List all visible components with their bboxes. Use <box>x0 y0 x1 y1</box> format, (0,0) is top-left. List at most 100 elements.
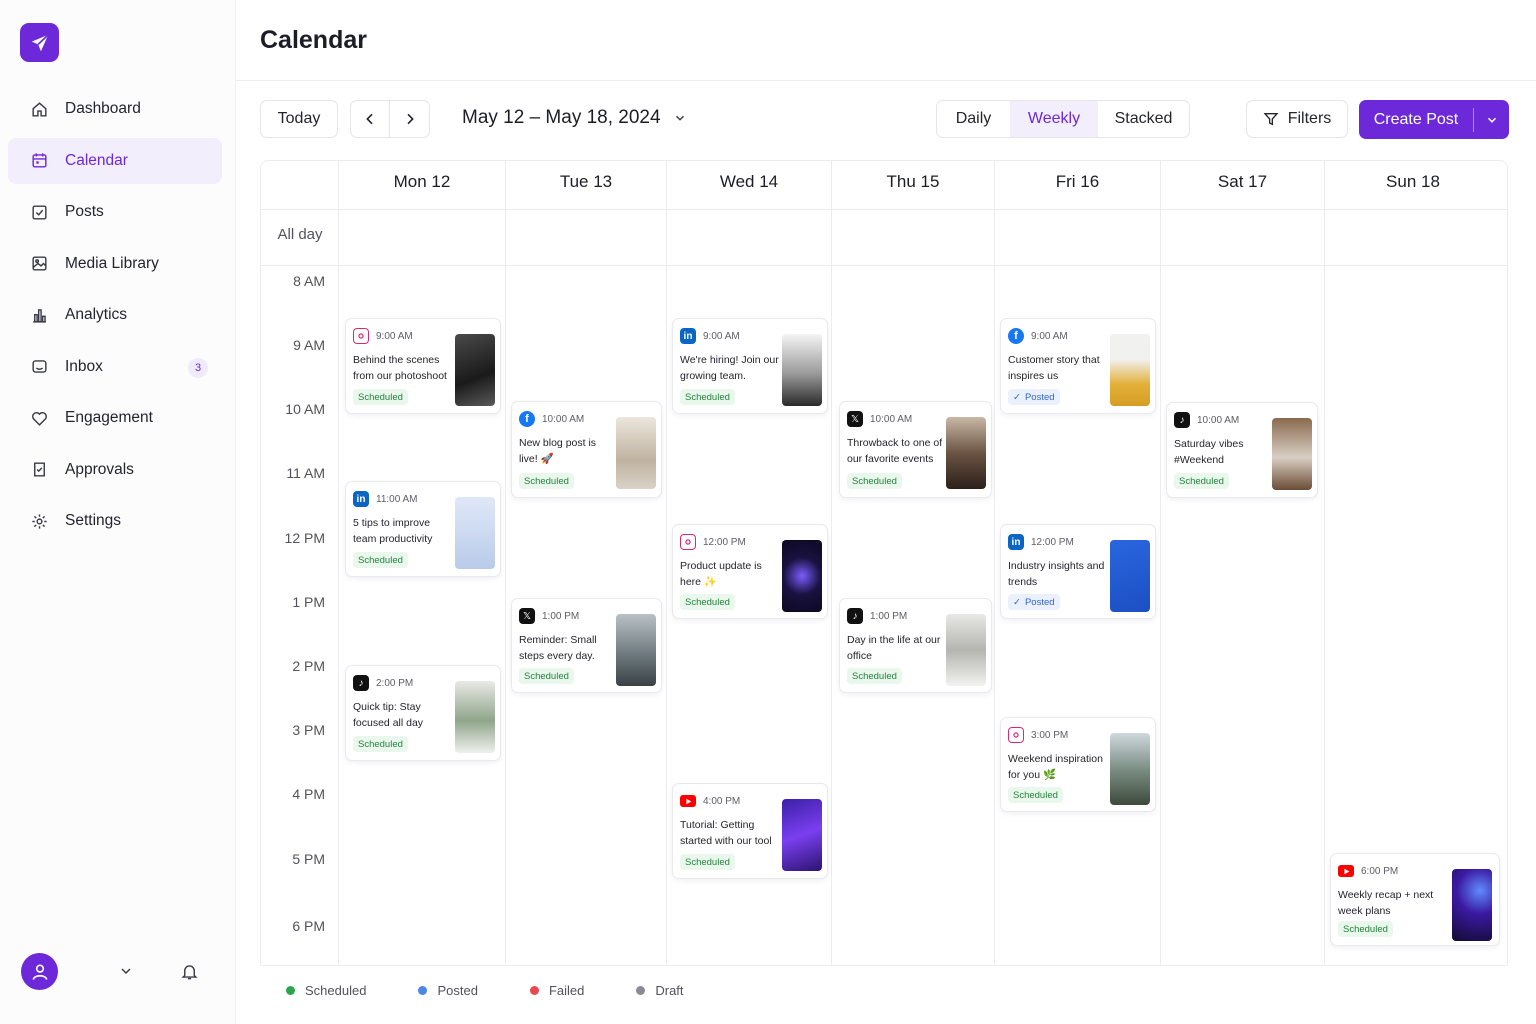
previous-week-button[interactable] <box>351 101 391 137</box>
filters-label: Filters <box>1287 110 1332 127</box>
tab-daily[interactable]: Daily <box>937 101 1010 137</box>
grid-line <box>261 265 1507 266</box>
status-label: Posted <box>1024 391 1055 403</box>
event-text: 5 tips to improve team productivity <box>353 517 433 545</box>
approval-icon <box>29 460 49 480</box>
event-card[interactable]: ♪ 10:00 AM Saturday vibes #Weekend Schedu… <box>1166 402 1318 498</box>
week-navigation <box>350 100 430 138</box>
post-thumbnail <box>455 681 495 753</box>
filters-button[interactable]: Filters <box>1246 100 1348 138</box>
event-card[interactable]: in 9:00 AM We're hiring! Join our growing… <box>672 318 828 414</box>
event-text: Weekend inspiration for you 🌿 <box>1008 753 1103 781</box>
instagram-icon <box>1008 727 1024 743</box>
bell-icon[interactable] <box>180 962 199 981</box>
event-card[interactable]: f 9:00 AM Customer story that inspires us… <box>1000 318 1156 414</box>
post-thumbnail <box>1110 540 1150 612</box>
time-label: 1 PM <box>292 594 325 610</box>
view-switcher: Daily Weekly Stacked <box>936 100 1190 138</box>
check-icon: ✓ <box>1013 596 1021 608</box>
sidebar-item-dashboard[interactable]: Dashboard <box>8 86 222 132</box>
post-thumbnail <box>1110 733 1150 805</box>
chevron-right-icon <box>406 113 414 125</box>
tab-stacked[interactable]: Stacked <box>1098 101 1189 137</box>
status-badge: ✓ Posted <box>1008 389 1060 405</box>
event-text: Quick tip: Stay focused all day <box>353 701 424 729</box>
all-day-label: All day <box>277 226 323 243</box>
event-time: 3:00 PM <box>1031 729 1069 741</box>
home-icon <box>29 99 49 119</box>
facebook-icon: f <box>1008 328 1024 344</box>
sidebar-item-label: Settings <box>65 512 122 529</box>
sidebar-item-analytics[interactable]: Analytics <box>8 292 222 338</box>
day-header: Wed 14 <box>719 172 779 191</box>
grid-line <box>1160 160 1161 966</box>
event-card[interactable]: ♪ 1:00 PM Day in the life at our office S… <box>839 598 992 693</box>
status-badge: Scheduled <box>353 389 408 405</box>
grid-line <box>666 160 667 966</box>
sidebar-item-calendar[interactable]: Calendar <box>8 137 222 184</box>
post-thumbnail <box>782 799 822 871</box>
event-text: New blog post is live! 🚀 <box>519 437 597 465</box>
chevron-down-icon[interactable] <box>118 963 134 979</box>
event-card[interactable]: ♪ 2:00 PM Quick tip: Stay focused all day… <box>345 665 501 761</box>
event-card[interactable]: 9:00 AM Behind the scenes from our photo… <box>345 318 501 414</box>
today-button[interactable]: Today <box>260 100 338 138</box>
event-card[interactable]: 𝕏 1:00 PM Reminder: Small steps every day… <box>511 598 662 693</box>
event-time: 1:00 PM <box>870 610 908 622</box>
legend-item-draft: Draft <box>636 983 684 998</box>
event-text: Industry insights and trends <box>1008 560 1105 588</box>
grid-line <box>1324 160 1325 966</box>
status-badge: Scheduled <box>847 473 902 489</box>
create-post-button[interactable]: Create Post <box>1359 100 1509 139</box>
legend-label: Scheduled <box>305 983 367 998</box>
status-dot <box>636 986 646 995</box>
legend-label: Failed <box>548 983 585 998</box>
inbox-count-badge: 3 <box>188 357 208 378</box>
event-card[interactable]: f 10:00 AM New blog post is live! 🚀 Sched… <box>511 401 662 498</box>
event-text: Throwback to one of our favorite events <box>847 437 943 465</box>
create-post-label: Create Post <box>1373 110 1459 128</box>
event-time: 10:00 AM <box>1197 414 1240 426</box>
time-label: 3 PM <box>292 722 325 738</box>
sidebar-item-label: Posts <box>65 203 104 220</box>
post-thumbnail <box>455 334 495 406</box>
tab-weekly[interactable]: Weekly <box>1010 101 1098 137</box>
paper-plane-icon[interactable] <box>20 23 59 62</box>
post-thumbnail <box>455 497 495 569</box>
event-card[interactable]: 3:00 PM Weekend inspiration for you 🌿 Sc… <box>1000 717 1156 812</box>
event-card[interactable]: 12:00 PM Product update is here ✨ Schedu… <box>672 524 828 619</box>
event-time: 10:00 AM <box>870 413 913 425</box>
sidebar-item-approvals[interactable]: Approvals <box>8 447 222 493</box>
post-thumbnail <box>946 417 986 489</box>
event-card[interactable]: in 11:00 AM 5 tips to improve team produc… <box>345 481 501 577</box>
tiktok-icon: ♪ <box>847 608 863 624</box>
post-thumbnail <box>616 417 656 489</box>
status-badge: Scheduled <box>680 854 735 870</box>
date-range-picker[interactable]: May 12 – May 18, 2024 <box>462 107 687 129</box>
event-card[interactable]: 4:00 PM Tutorial: Getting started with o… <box>672 783 828 879</box>
bar-chart-icon <box>29 305 49 325</box>
next-week-button[interactable] <box>390 101 429 137</box>
linkedin-icon: in <box>1008 534 1024 550</box>
sidebar-item-engagement[interactable]: Engagement <box>8 395 222 441</box>
grid-line <box>261 209 1507 210</box>
event-time: 12:00 PM <box>1031 536 1074 548</box>
event-card[interactable]: 𝕏 10:00 AM Throwback to one of our favori… <box>839 401 992 498</box>
event-time: 4:00 PM <box>703 795 741 807</box>
sidebar-item-label: Calendar <box>65 151 128 169</box>
sidebar-item-posts[interactable]: Posts <box>8 189 222 235</box>
event-card[interactable]: in 12:00 PM Industry insights and trends … <box>1000 524 1156 619</box>
grid-line <box>831 160 832 966</box>
sidebar-item-inbox[interactable]: Inbox 3 <box>8 344 222 390</box>
day-header: Thu 15 <box>886 172 940 191</box>
sidebar-item-settings[interactable]: Settings <box>8 498 222 544</box>
user-avatar[interactable] <box>21 953 58 990</box>
event-text: Saturday vibes #Weekend <box>1174 438 1244 466</box>
sidebar-item-media-library[interactable]: Media Library <box>8 241 222 287</box>
linkedin-icon: in <box>680 328 696 344</box>
status-badge: Scheduled <box>353 552 408 568</box>
event-card[interactable]: 6:00 PM Weekly recap + next week plans S… <box>1330 853 1500 946</box>
status-badge: Scheduled <box>353 736 408 752</box>
create-post-dropdown[interactable] <box>1474 113 1509 127</box>
filter-icon <box>1263 113 1279 126</box>
